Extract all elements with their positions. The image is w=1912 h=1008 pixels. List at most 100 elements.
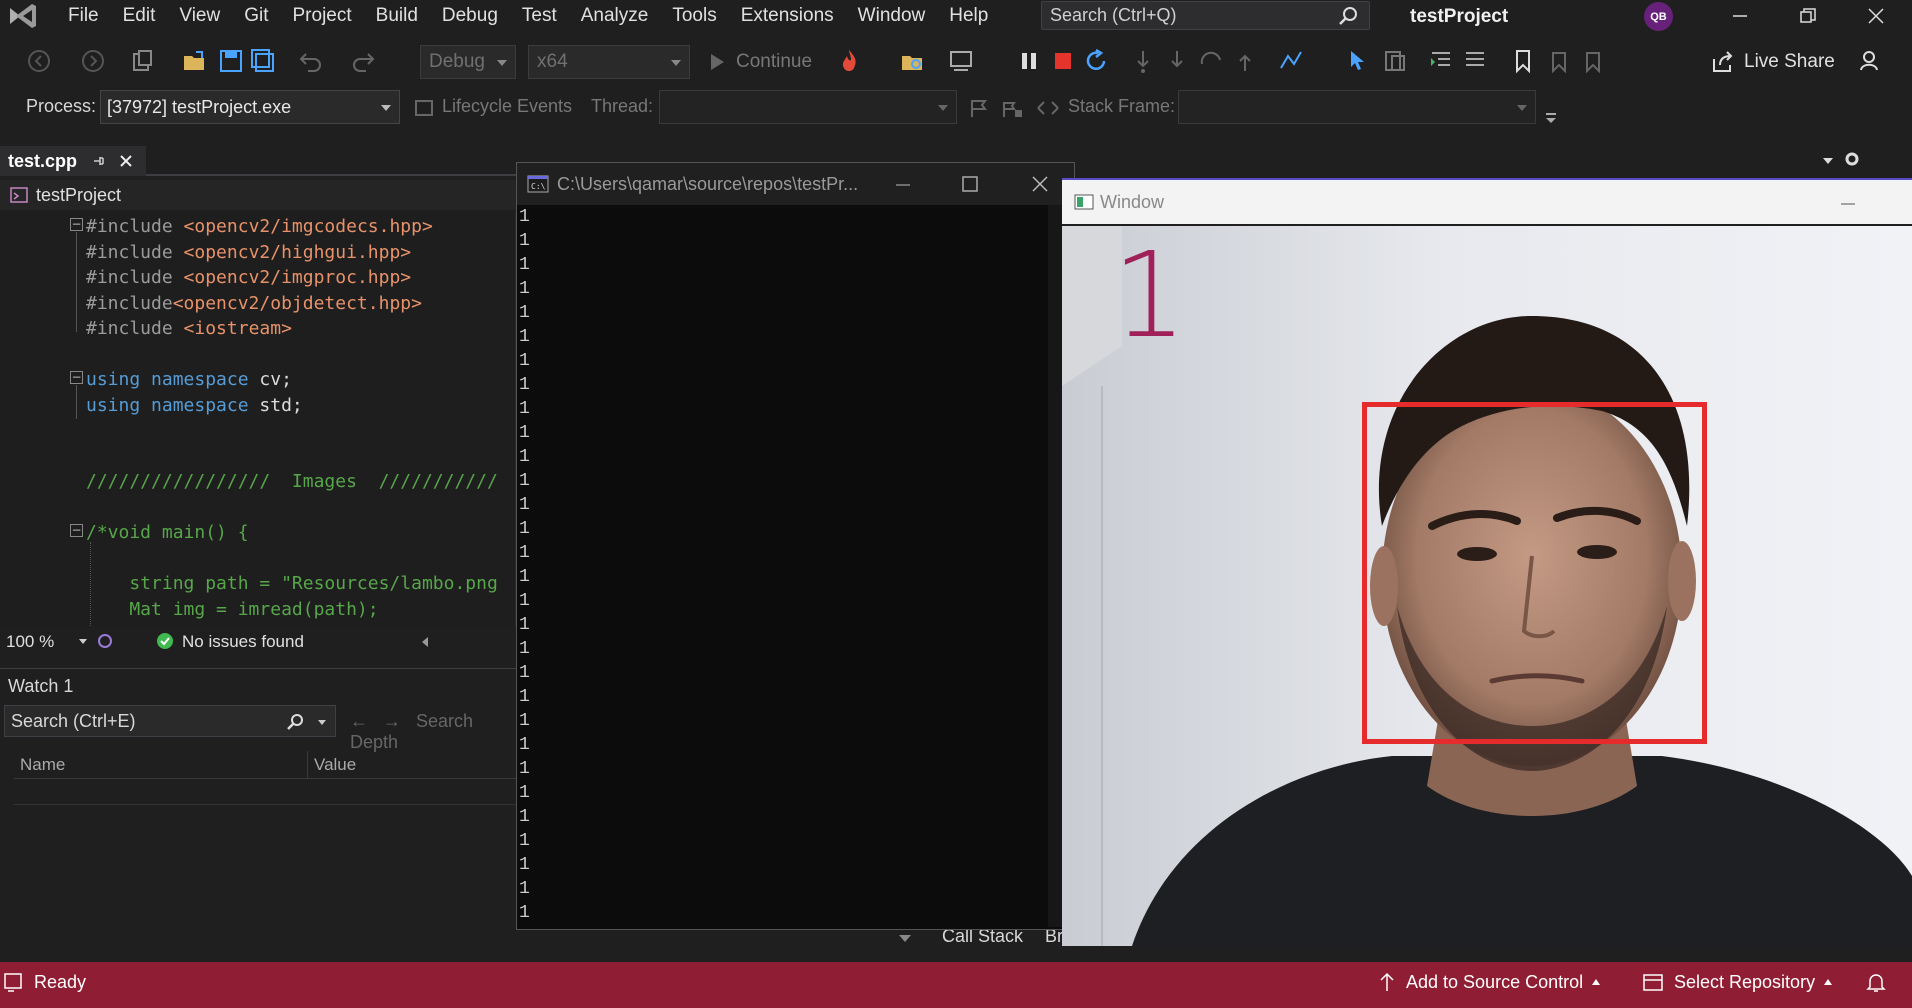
- menu-edit[interactable]: Edit: [111, 0, 168, 32]
- output-window-icon[interactable]: [4, 972, 24, 992]
- tab-close-icon[interactable]: [119, 154, 133, 168]
- watch-title[interactable]: Watch 1: [8, 676, 73, 697]
- panel-dropdown-icon[interactable]: [898, 934, 912, 944]
- menu-test[interactable]: Test: [510, 0, 569, 32]
- navigate-forward-icon[interactable]: [80, 48, 106, 74]
- diagnostic-tools-icon[interactable]: [948, 48, 974, 74]
- step-out-icon[interactable]: [1198, 48, 1224, 74]
- hot-reload-icon[interactable]: [836, 48, 862, 74]
- bookmark-icon[interactable]: [1510, 48, 1536, 74]
- toggle-external-code-icon[interactable]: [1036, 98, 1060, 118]
- navigate-back-icon[interactable]: [26, 48, 52, 74]
- column-value[interactable]: Value: [308, 751, 520, 778]
- menu-git[interactable]: Git: [232, 0, 280, 32]
- column-name[interactable]: Name: [14, 751, 308, 778]
- process-dropdown[interactable]: [37972] testProject.exe: [100, 90, 400, 124]
- minimize-button[interactable]: [1712, 0, 1768, 32]
- restore-button[interactable]: [1780, 0, 1836, 32]
- browse-folder-icon[interactable]: [900, 48, 926, 74]
- step-into-icon[interactable]: [1130, 48, 1156, 74]
- add-to-source-control-label: Add to Source Control: [1406, 971, 1584, 992]
- open-folder-icon[interactable]: [182, 48, 208, 74]
- fold-toggle-includes[interactable]: −: [70, 218, 83, 231]
- comment-out-icon[interactable]: [1462, 48, 1488, 74]
- account-avatar[interactable]: QB: [1644, 2, 1673, 31]
- console-maximize-icon[interactable]: [961, 175, 979, 193]
- menu-tools[interactable]: Tools: [660, 0, 728, 32]
- zoom-dropdown-icon[interactable]: [78, 638, 88, 646]
- save-all-icon[interactable]: [250, 48, 276, 74]
- flag-all-threads-icon[interactable]: [1000, 98, 1024, 118]
- add-to-source-control-button[interactable]: Add to Source Control: [1378, 962, 1601, 1002]
- search-next-icon[interactable]: →: [383, 711, 401, 731]
- window-layout-icon[interactable]: [1382, 48, 1408, 74]
- menu-extensions[interactable]: Extensions: [729, 0, 846, 32]
- notifications-button[interactable]: [1866, 962, 1886, 1002]
- redo-icon[interactable]: [350, 48, 376, 74]
- watch-search-input[interactable]: Search (Ctrl+E): [4, 705, 336, 737]
- console-minimize-icon[interactable]: [895, 177, 911, 193]
- select-repository-button[interactable]: Select Repository: [1642, 962, 1833, 1002]
- feedback-icon[interactable]: [1858, 48, 1884, 74]
- menu-view[interactable]: View: [167, 0, 232, 32]
- thread-dropdown[interactable]: [659, 90, 957, 124]
- menu-build[interactable]: Build: [364, 0, 430, 32]
- console-window[interactable]: C:\ C:\Users\qamar\source\repos\testPr..…: [516, 162, 1075, 930]
- menu-project[interactable]: Project: [281, 0, 364, 32]
- restart-icon[interactable]: [1084, 48, 1110, 74]
- zoom-level[interactable]: 100 %: [6, 632, 54, 652]
- menu-file[interactable]: File: [56, 0, 111, 32]
- stop-debugging-icon[interactable]: [1050, 48, 1076, 74]
- fold-toggle-using[interactable]: −: [70, 371, 83, 384]
- pin-icon[interactable]: [91, 154, 105, 168]
- stack-frame-label: Stack Frame:: [1068, 96, 1176, 116]
- toolbar-overflow-icon[interactable]: [1544, 112, 1558, 124]
- break-all-icon[interactable]: [1016, 48, 1042, 74]
- tab-test-cpp[interactable]: test.cpp: [0, 146, 146, 176]
- previous-bookmark-icon[interactable]: [1544, 48, 1570, 74]
- issues-status[interactable]: No issues found: [182, 632, 304, 652]
- global-search-box[interactable]: Search (Ctrl+Q): [1041, 1, 1370, 30]
- live-share-button[interactable]: Live Share: [1710, 47, 1835, 77]
- menu-window[interactable]: Window: [846, 0, 938, 32]
- menu-debug[interactable]: Debug: [430, 0, 510, 32]
- new-project-icon[interactable]: [130, 48, 156, 74]
- show-threads-icon[interactable]: [1278, 48, 1304, 74]
- menu-help[interactable]: Help: [937, 0, 1000, 32]
- console-close-icon[interactable]: [1031, 175, 1049, 193]
- visual-studio-logo-icon[interactable]: [6, 2, 40, 30]
- cursor-select-icon[interactable]: [1346, 48, 1372, 74]
- settings-gear-icon[interactable]: [1843, 150, 1861, 168]
- platform-dropdown[interactable]: x64: [528, 45, 690, 79]
- save-icon[interactable]: [218, 48, 244, 74]
- indent-icon[interactable]: [1428, 48, 1454, 74]
- configuration-dropdown[interactable]: Debug: [420, 45, 516, 79]
- undo-icon[interactable]: [298, 48, 324, 74]
- stack-frame-dropdown[interactable]: [1178, 90, 1536, 124]
- menu-analyze[interactable]: Analyze: [569, 0, 661, 32]
- scroll-left-icon[interactable]: [420, 636, 430, 648]
- watch-search-dropdown-icon[interactable]: [317, 719, 327, 727]
- close-button[interactable]: [1848, 0, 1904, 32]
- fold-toggle-main[interactable]: −: [70, 524, 83, 537]
- console-titlebar[interactable]: C:\ C:\Users\qamar\source\repos\testPr..…: [517, 163, 1074, 205]
- editor-navigation-bar[interactable]: testProject: [0, 180, 520, 210]
- code-editor[interactable]: − − − #include <opencv2/imgcodecs.hpp> #i…: [0, 212, 520, 626]
- watch-search-icon[interactable]: [285, 712, 305, 732]
- search-depth-label[interactable]: Search Depth: [350, 711, 473, 752]
- intellicode-icon[interactable]: [96, 632, 114, 650]
- opencv-minimize-icon[interactable]: [1840, 196, 1856, 212]
- step-over-icon[interactable]: [1164, 48, 1190, 74]
- step-back-icon[interactable]: [1232, 48, 1258, 74]
- watch-empty-row[interactable]: [14, 779, 520, 805]
- flag-thread-icon[interactable]: [968, 98, 990, 118]
- opencv-titlebar[interactable]: Window: [1062, 180, 1912, 224]
- opencv-window[interactable]: Window 1: [1062, 178, 1912, 946]
- continue-button[interactable]: Continue: [706, 45, 812, 79]
- lifecycle-events-button[interactable]: Lifecycle Events: [442, 96, 572, 117]
- next-bookmark-icon[interactable]: [1578, 48, 1604, 74]
- tab-list-dropdown-icon[interactable]: [1822, 156, 1834, 166]
- search-previous-icon[interactable]: ←: [350, 711, 368, 731]
- console-line: 1: [519, 375, 530, 395]
